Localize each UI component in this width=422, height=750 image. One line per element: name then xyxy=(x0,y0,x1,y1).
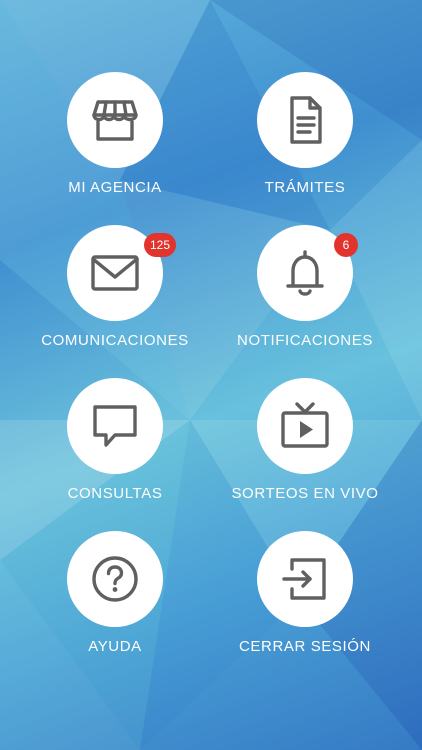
bell-icon xyxy=(286,250,324,296)
ayuda-button[interactable] xyxy=(67,531,163,627)
consultas-menu-item[interactable]: CONSULTAS xyxy=(20,378,210,528)
comunicaciones-menu-item[interactable]: 125 COMUNICACIONES xyxy=(20,225,210,375)
notificaciones-badge: 6 xyxy=(334,233,358,257)
cerrar-sesion-menu-item[interactable]: CERRAR SESIÓN xyxy=(210,531,400,681)
mi-agencia-menu-item[interactable]: MI AGENCIA xyxy=(20,72,210,222)
cerrar-sesion-label: CERRAR SESIÓN xyxy=(239,638,371,655)
envelope-icon xyxy=(91,255,139,291)
ayuda-label: AYUDA xyxy=(88,638,142,655)
ayuda-menu-item[interactable]: AYUDA xyxy=(20,531,210,681)
store-icon xyxy=(92,100,138,141)
logout-icon xyxy=(282,558,326,600)
tramites-menu-item[interactable]: TRÁMITES xyxy=(210,72,400,222)
tv-play-icon xyxy=(281,402,329,448)
mi-agencia-button[interactable] xyxy=(67,72,163,168)
comunicaciones-label: COMUNICACIONES xyxy=(41,332,189,349)
comunicaciones-badge: 125 xyxy=(144,233,177,257)
cerrar-sesion-button[interactable] xyxy=(257,531,353,627)
chat-bubble-icon xyxy=(93,405,137,447)
sorteos-en-vivo-menu-item[interactable]: SORTEOS EN VIVO xyxy=(210,378,400,528)
help-circle-icon xyxy=(92,556,138,602)
tramites-label: TRÁMITES xyxy=(264,179,346,196)
main-menu-screen: MI AGENCIA TRÁMITES 125 COMUNICACIONES 6… xyxy=(0,0,422,750)
document-icon xyxy=(290,96,322,144)
notificaciones-menu-item[interactable]: 6 NOTIFICACIONES xyxy=(210,225,400,375)
sorteos-en-vivo-label: SORTEOS EN VIVO xyxy=(231,485,379,502)
sorteos-en-vivo-button[interactable] xyxy=(257,378,353,474)
mi-agencia-label: MI AGENCIA xyxy=(68,179,162,196)
tramites-button[interactable] xyxy=(257,72,353,168)
consultas-label: CONSULTAS xyxy=(67,485,163,502)
notificaciones-label: NOTIFICACIONES xyxy=(237,332,373,349)
consultas-button[interactable] xyxy=(67,378,163,474)
